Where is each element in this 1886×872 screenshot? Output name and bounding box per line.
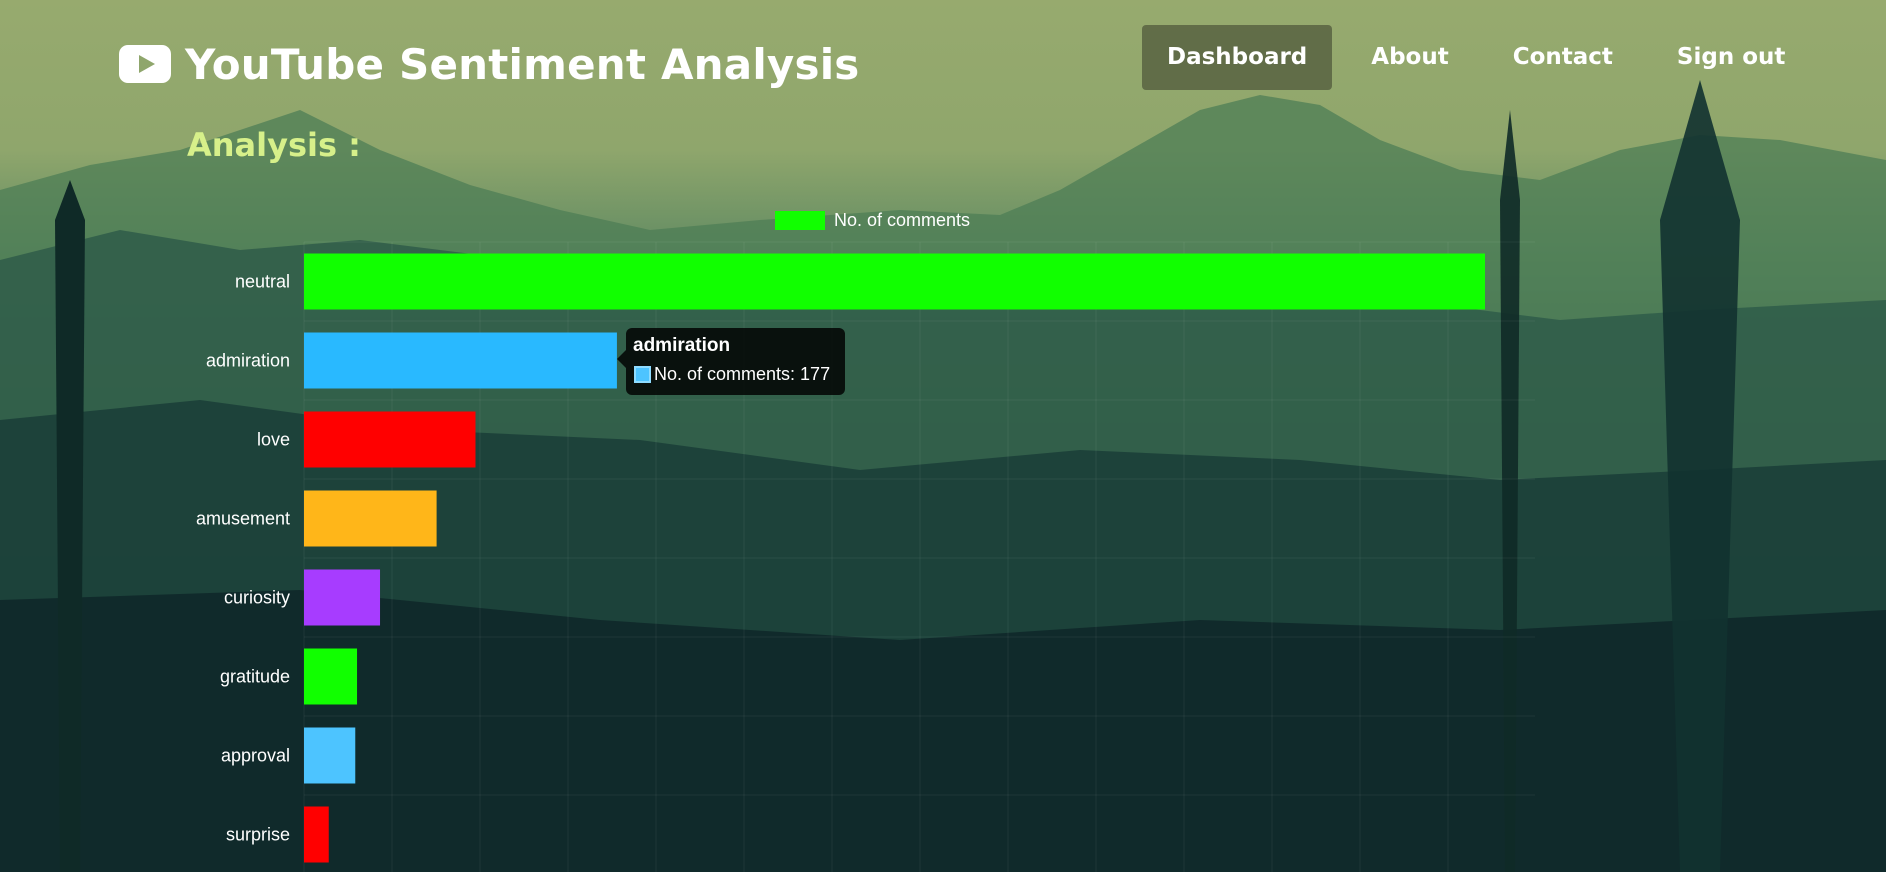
nav-contact[interactable]: Contact bbox=[1488, 25, 1638, 90]
tooltip-swatch bbox=[634, 366, 651, 383]
bar-gratitude[interactable] bbox=[304, 648, 358, 705]
category-label-admiration: admiration bbox=[206, 351, 290, 371]
nav-sign-out[interactable]: Sign out bbox=[1652, 25, 1810, 90]
category-label-gratitude: gratitude bbox=[220, 667, 290, 687]
nav-dashboard[interactable]: Dashboard bbox=[1142, 25, 1333, 90]
bar-love[interactable] bbox=[304, 411, 476, 468]
bar-curiosity[interactable] bbox=[304, 569, 381, 626]
category-label-amusement: amusement bbox=[196, 509, 290, 529]
sentiment-bar-chart: No. of comments neutral admiration love amu… bbox=[196, 210, 1535, 872]
tooltip-body: No. of comments: 177 bbox=[654, 364, 831, 384]
tooltip-arrow bbox=[617, 350, 626, 368]
top-header: YouTube Sentiment Analysis Dashboard Abo… bbox=[0, 0, 1886, 120]
category-label-surprise: surprise bbox=[226, 825, 290, 845]
bar-surprise[interactable] bbox=[304, 806, 329, 863]
tooltip-title: admiration bbox=[633, 335, 731, 356]
app-title: YouTube Sentiment Analysis bbox=[185, 39, 860, 89]
legend-label: No. of comments bbox=[834, 210, 970, 230]
bar-amusement[interactable] bbox=[304, 490, 437, 547]
category-label-neutral: neutral bbox=[235, 272, 290, 292]
main-nav: Dashboard About Contact Sign out bbox=[1142, 25, 1824, 90]
chart-legend: No. of comments bbox=[775, 210, 970, 230]
legend-swatch[interactable] bbox=[775, 211, 825, 230]
category-label-love: love bbox=[257, 430, 290, 450]
section-title: Analysis : bbox=[187, 126, 361, 164]
brand[interactable]: YouTube Sentiment Analysis bbox=[119, 38, 860, 90]
category-label-curiosity: curiosity bbox=[224, 588, 290, 608]
category-label-approval: approval bbox=[221, 746, 290, 766]
bar-neutral[interactable] bbox=[304, 253, 1485, 310]
chart-category-labels: neutral admiration love amusement curiosity g… bbox=[196, 272, 290, 845]
bar-approval[interactable] bbox=[304, 727, 356, 784]
nav-about[interactable]: About bbox=[1346, 25, 1473, 90]
chart-tooltip: admiration No. of comments: 177 bbox=[617, 328, 845, 395]
youtube-play-icon bbox=[119, 45, 171, 83]
bar-admiration[interactable] bbox=[304, 332, 617, 389]
